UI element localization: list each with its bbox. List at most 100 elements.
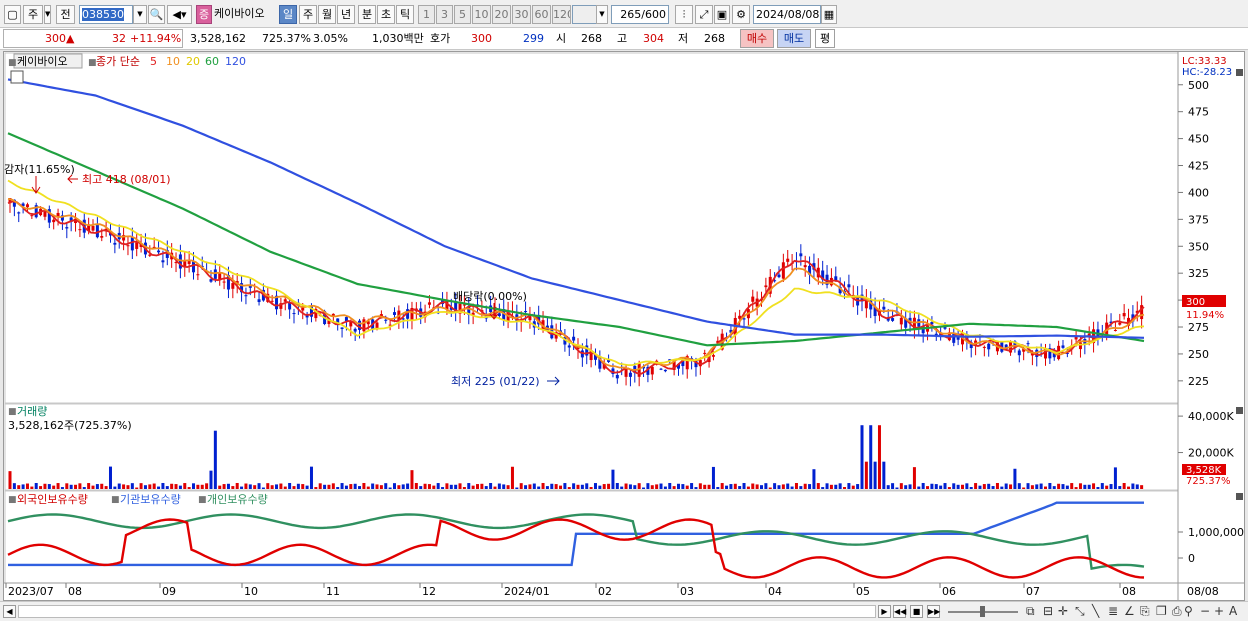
interval-60[interactable]: 60 <box>532 5 551 24</box>
forward-icon[interactable]: ▶▶ <box>927 605 940 618</box>
draw-tool-icon[interactable]: ⤢ <box>695 5 713 24</box>
scroll-left-icon[interactable]: ◀ <box>3 605 16 618</box>
volume-bar <box>30 486 34 489</box>
volume-pct: 725.37% <box>262 32 311 45</box>
interval-dropdown-icon[interactable]: ▼ <box>596 5 608 24</box>
code-dropdown-icon[interactable]: ▼ <box>133 5 147 24</box>
period-year-tab[interactable]: 년 <box>337 5 355 24</box>
eval-button[interactable]: 평 <box>815 29 835 48</box>
period-day-tab[interactable]: 일 <box>279 5 297 24</box>
volume-bar <box>738 486 742 489</box>
save-icon[interactable]: ▣ <box>714 5 730 24</box>
font-size-icon[interactable]: A <box>1229 604 1237 618</box>
volume-bar <box>240 486 244 489</box>
period-month-label: 월 <box>321 8 333 21</box>
market-dropdown-icon[interactable]: ▼ <box>44 5 51 24</box>
count-input[interactable]: 265/600 <box>611 5 669 24</box>
volume-bar <box>917 486 921 489</box>
rewind-icon[interactable]: ◀◀ <box>893 605 906 618</box>
line-tool-icon[interactable]: ╲ <box>1092 604 1099 618</box>
zoom-slider-handle[interactable] <box>980 606 985 617</box>
candle-body <box>659 368 663 370</box>
interval-3[interactable]: 3 <box>436 5 453 24</box>
volume-bar <box>366 486 370 489</box>
candle-body <box>1118 322 1122 325</box>
volume-bar <box>899 483 903 489</box>
stop-icon[interactable]: ■ <box>910 605 923 618</box>
stock-code-input[interactable]: 038530 <box>79 5 133 24</box>
candle-body <box>30 215 34 217</box>
volume-bar <box>716 487 720 489</box>
volume-bar <box>991 486 995 489</box>
table-view-icon[interactable] <box>10 70 24 84</box>
price-panel-close-icon[interactable] <box>1236 69 1243 76</box>
holdings-panel-close-icon[interactable] <box>1236 493 1243 500</box>
interval-20[interactable]: 20 <box>492 5 511 24</box>
volume-bar <box>995 482 999 489</box>
volume-bar <box>615 482 619 489</box>
volume-bar <box>1000 486 1004 489</box>
date-value: 2024/08/08 <box>756 8 820 21</box>
volume-bar <box>1135 484 1139 489</box>
volume-bar <box>528 484 532 489</box>
volume-bar <box>524 485 528 489</box>
candle-body <box>1017 350 1021 356</box>
period-month-tab[interactable]: 월 <box>318 5 336 24</box>
candle-body <box>786 258 790 262</box>
diagonal-icon[interactable]: ⤡ <box>1075 604 1085 619</box>
scroll-track[interactable] <box>18 605 876 618</box>
calendar-icon[interactable]: ▦ <box>821 5 837 24</box>
volume-bar <box>152 483 156 489</box>
speaker-icon[interactable]: ◀▾ <box>167 5 192 24</box>
gear-icon[interactable]: ⚙ <box>732 5 750 24</box>
interval-10[interactable]: 10 <box>472 5 491 24</box>
interval-30[interactable]: 30 <box>512 5 531 24</box>
market-select[interactable]: 주 <box>23 5 43 24</box>
volume-bar <box>226 483 230 489</box>
chart-area[interactable]: 500 475 450 425 400 375 350 325 300 275 250 225 40,… <box>3 51 1245 601</box>
layout-icon[interactable]: ⧉ <box>1026 604 1035 619</box>
fibo-icon[interactable]: ≣ <box>1108 604 1118 618</box>
zoom-out-icon[interactable]: − <box>1200 604 1210 618</box>
candle-body <box>135 242 139 249</box>
volume-panel-close-icon[interactable] <box>1236 407 1243 414</box>
interval-5[interactable]: 5 <box>454 5 471 24</box>
scroll-right-icon[interactable]: ▶ <box>878 605 891 618</box>
volume-bar <box>441 487 445 489</box>
interval-120[interactable]: 120 <box>552 5 571 24</box>
price-tick-label-2: 450 <box>1188 133 1209 146</box>
print-icon[interactable]: ⎙ <box>1172 604 1182 619</box>
copy-icon[interactable]: ❐ <box>1156 604 1167 618</box>
crosshair-icon[interactable]: ✛ <box>1058 604 1068 618</box>
candle-body <box>17 212 21 214</box>
candle-type-icon[interactable]: ⫶ <box>675 5 693 24</box>
zoom-in-icon[interactable]: + <box>1214 604 1224 618</box>
window-menu-icon[interactable]: ▢ <box>4 5 21 24</box>
split-icon[interactable]: ⊟ <box>1043 604 1053 618</box>
period-week-tab[interactable]: 주 <box>299 5 317 24</box>
angle-icon[interactable]: ∠ <box>1124 604 1135 618</box>
candle-body <box>803 265 807 268</box>
volume-bar <box>812 469 816 489</box>
period-second-tab[interactable]: 초 <box>377 5 395 24</box>
volume-bar <box>379 485 383 489</box>
period-minute-tab[interactable]: 분 <box>358 5 376 24</box>
volume-bar <box>703 484 707 489</box>
interval-1[interactable]: 1 <box>418 5 435 24</box>
magnify-icon[interactable]: ⚲ <box>1184 604 1193 618</box>
volume-bar <box>794 482 798 489</box>
volume-bar <box>952 483 956 489</box>
volume-bar <box>642 487 646 489</box>
sell-button[interactable]: 매도 <box>777 29 811 48</box>
prev-button[interactable]: 전 <box>56 5 75 24</box>
text-tool-icon[interactable]: ⎘ <box>1140 604 1150 619</box>
volume-bar <box>742 482 746 489</box>
period-tick-tab[interactable]: 틱 <box>396 5 414 24</box>
volume-bar <box>432 485 436 489</box>
volume-bar <box>585 483 589 489</box>
search-icon[interactable]: 🔍 <box>148 5 165 24</box>
volume-bar <box>939 485 943 489</box>
buy-button[interactable]: 매수 <box>740 29 774 48</box>
date-input[interactable]: 2024/08/08 <box>753 5 821 24</box>
volume-bar <box>301 484 305 489</box>
